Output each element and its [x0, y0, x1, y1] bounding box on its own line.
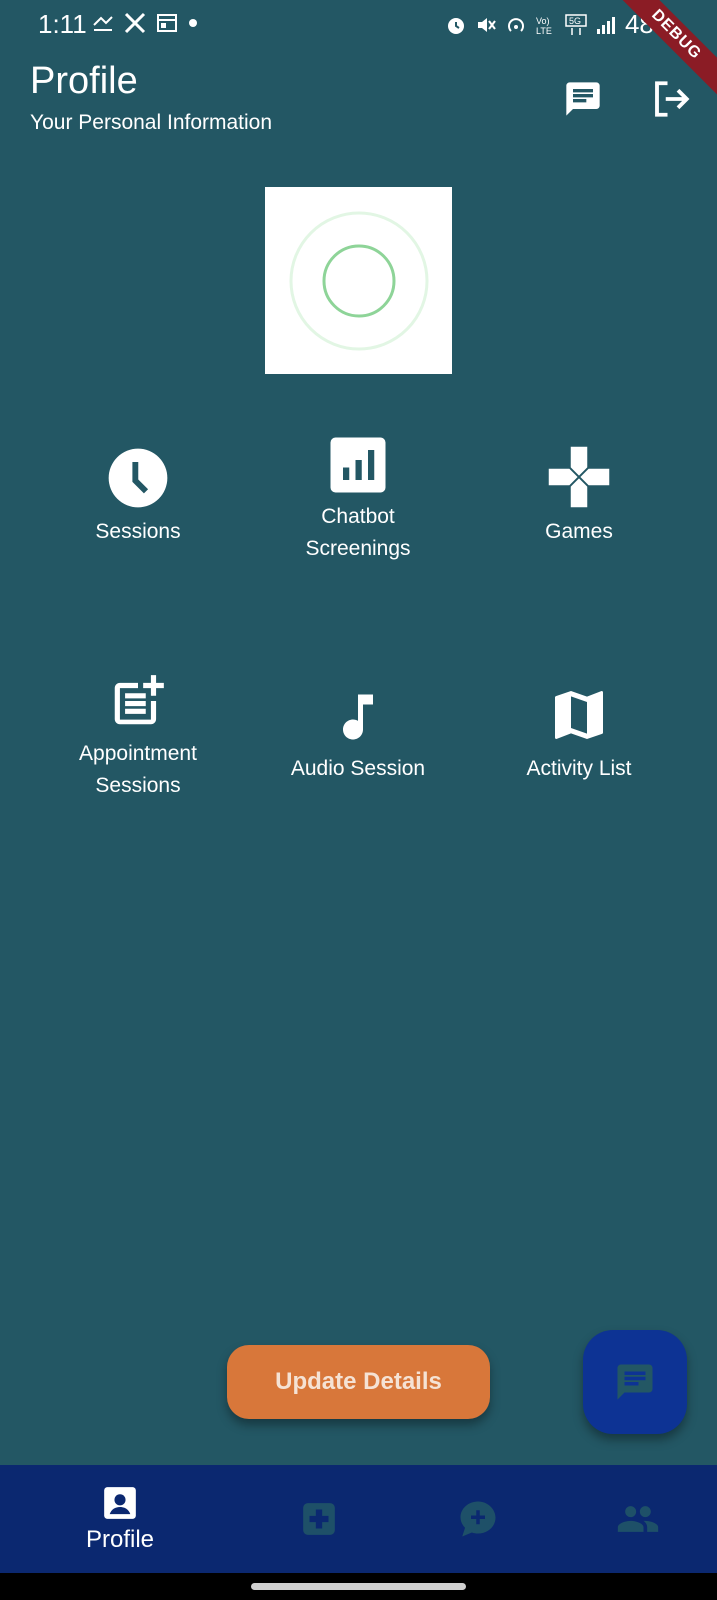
5g-icon: 5G	[565, 13, 587, 35]
menu-item-sessions[interactable]: Sessions	[38, 432, 238, 548]
page-subtitle: Your Personal Information	[30, 111, 273, 134]
signal-icon	[596, 16, 615, 34]
profile-badge-icon	[104, 1487, 136, 1519]
status-bar: 1:11 Vo)LTE 5G 48%	[0, 0, 717, 46]
alarm-icon	[447, 17, 464, 34]
post-add-icon	[114, 675, 164, 725]
chat-add-icon	[460, 1501, 496, 1537]
messages-button[interactable]	[558, 74, 608, 124]
menu-item-label: Games	[545, 520, 613, 543]
menu-item-label: Appointment Sessions	[79, 742, 197, 797]
medical-plus-icon	[303, 1503, 335, 1535]
system-navigation-bar	[0, 1573, 717, 1600]
menu-item-label: Activity List	[526, 757, 632, 780]
logout-button[interactable]	[646, 74, 696, 124]
hotspot-icon	[508, 17, 524, 32]
menu-item-appointment-sessions[interactable]: Appointment Sessions	[38, 654, 238, 802]
menu-item-games[interactable]: Games	[479, 432, 679, 548]
home-gesture-bar[interactable]	[251, 1583, 466, 1590]
menu-item-label: Audio Session	[290, 757, 426, 780]
logout-icon	[655, 81, 690, 117]
status-time: 1:11	[38, 9, 87, 39]
nav-item-medical[interactable]	[249, 1465, 389, 1573]
missed-call-icon	[93, 16, 113, 31]
menu-item-label: Chatbot Screenings	[305, 505, 411, 560]
nav-item-profile[interactable]: Profile	[50, 1465, 190, 1573]
nav-item-chat[interactable]	[408, 1465, 548, 1573]
menu-item-chatbot-screenings[interactable]: Chatbot Screenings	[258, 417, 458, 565]
svg-text:Vo): Vo)	[536, 16, 550, 26]
menu-item-activity-list[interactable]: Activity List	[479, 669, 679, 785]
music-note-icon	[343, 694, 373, 740]
dot-icon	[189, 19, 197, 27]
menu-item-label: Sessions	[95, 520, 181, 543]
status-left-icons	[92, 12, 198, 34]
message-icon	[566, 82, 600, 116]
chat-fab-button[interactable]	[583, 1330, 687, 1434]
chat-icon	[617, 1364, 653, 1400]
calendar-icon	[157, 14, 177, 32]
volte-icon: Vo)LTE	[536, 16, 552, 36]
nav-label-profile: Profile	[85, 1526, 155, 1553]
profile-avatar[interactable]	[265, 187, 452, 374]
svg-text:5G: 5G	[569, 16, 581, 26]
mute-icon	[477, 17, 496, 32]
gamepad-icon	[548, 446, 610, 508]
update-details-button[interactable]: Update Details	[227, 1345, 490, 1419]
people-icon	[617, 1506, 659, 1532]
page-title: Profile	[30, 60, 138, 102]
svg-text:LTE: LTE	[536, 26, 552, 36]
menu-item-audio-session[interactable]: Audio Session	[258, 669, 458, 785]
clock-icon	[108, 448, 168, 508]
x-app-icon	[124, 12, 146, 34]
bottom-navigation: Profile	[0, 1465, 717, 1573]
loading-spinner-icon	[289, 211, 428, 350]
nav-item-community[interactable]	[568, 1465, 708, 1573]
bar-chart-icon	[330, 437, 386, 493]
map-icon	[555, 691, 603, 739]
